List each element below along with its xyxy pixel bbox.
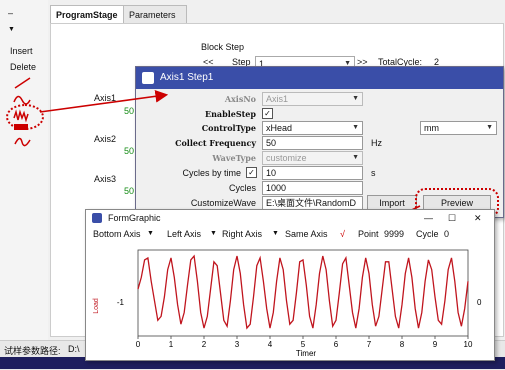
close-icon[interactable]: ✕ xyxy=(474,210,482,226)
axis1-value: 50 xyxy=(124,106,135,116)
block-step-title: Block Step xyxy=(201,42,245,52)
controltype-select[interactable]: xHead ▼ xyxy=(262,121,363,135)
controltype-label: ControlType xyxy=(201,123,256,133)
form-graphic-window: FormGraphic — ☐ ✕ Bottom Axis ▼ Left Axi… xyxy=(85,209,495,361)
axisno-select[interactable]: Axis1 ▼ xyxy=(262,92,363,106)
axis-dialog-titlebar[interactable]: Axis1 Step1 xyxy=(136,67,503,89)
delete-button[interactable]: Delete xyxy=(10,62,36,72)
frequency-label: Collect Frequency xyxy=(175,138,256,148)
left-tick-label: -1 xyxy=(117,298,125,307)
cycles-by-time-input[interactable]: 10 xyxy=(262,166,363,180)
insert-button[interactable]: Insert xyxy=(10,46,33,56)
maximize-icon[interactable]: ☐ xyxy=(448,210,456,226)
x-tick-label: 4 xyxy=(268,340,273,349)
same-axis-menu[interactable]: Same Axis xyxy=(285,227,328,241)
x-tick-label: 9 xyxy=(433,340,438,349)
status-path-label: 试样参数路径: xyxy=(4,346,61,356)
x-tick-label: 1 xyxy=(169,340,174,349)
wavetype-select[interactable]: customize ▼ xyxy=(262,151,363,165)
graphic-toolbar: Bottom Axis ▼ Left Axis ▼ Right Axis ▼ S… xyxy=(86,227,494,241)
graphic-titlebar[interactable]: FormGraphic — ☐ ✕ xyxy=(86,210,494,226)
bottom-axis-menu[interactable]: Bottom Axis xyxy=(93,227,141,241)
axis-dialog-title: Axis1 Step1 xyxy=(160,72,214,83)
axisno-label: AxisNo xyxy=(224,94,256,104)
x-tick-label: 0 xyxy=(136,340,141,349)
chevron-down-icon: ▼ xyxy=(352,95,359,102)
wavetype-value: customize xyxy=(266,153,307,163)
left-toolbar: – ▼ Insert Delete xyxy=(0,0,48,340)
enablestep-label: EnableStep xyxy=(205,109,256,119)
unit-value: mm xyxy=(424,123,439,133)
x-tick-label: 6 xyxy=(334,340,339,349)
cycles-by-time-checkbox[interactable]: ✓ xyxy=(246,167,257,178)
x-tick-label: 7 xyxy=(367,340,372,349)
axis3-value: 50 xyxy=(124,186,135,196)
dash-icon[interactable]: – xyxy=(8,8,13,18)
chevron-down-icon: ▼ xyxy=(272,230,279,237)
customizewave-path-input[interactable]: E:\桌面文件\RandomD xyxy=(262,196,363,210)
chevron-down-icon: ▼ xyxy=(147,230,154,237)
cycles-by-time-label: Cycles by time xyxy=(182,168,241,178)
load-chart-svg: Load -1 0 Timer 0 1 2 3 4 5 6 7 8 9 10 xyxy=(93,249,482,358)
cycles-by-time-unit: s xyxy=(371,168,376,178)
controltype-value: xHead xyxy=(266,123,293,133)
x-tick-label: 10 xyxy=(464,340,473,349)
tab-programstage[interactable]: ProgramStage xyxy=(50,5,124,24)
chevron-down-icon: ▼ xyxy=(352,154,359,161)
axis-step-dialog: Axis1 Step1 AxisNo Axis1 ▼ EnableStep ✓ … xyxy=(135,66,504,218)
axis1-label: Axis1 xyxy=(94,93,117,103)
chevron-down-icon: ▼ xyxy=(486,124,493,131)
axis3-label: Axis3 xyxy=(94,174,117,184)
x-tick-label: 8 xyxy=(400,340,405,349)
point-value: 9999 xyxy=(384,229,405,239)
right-axis-menu[interactable]: Right Axis xyxy=(222,227,262,241)
y-axis-label: Load xyxy=(93,298,100,314)
load-chart: Load -1 0 Timer 0 1 2 3 4 5 6 7 8 9 10 xyxy=(91,244,489,358)
axisno-value: Axis1 xyxy=(266,94,289,104)
cycles-label: Cycles xyxy=(228,183,256,193)
point-label: Point xyxy=(358,229,379,239)
app-logo-icon xyxy=(92,213,102,223)
cycle-value: 0 xyxy=(444,229,450,239)
check-icon[interactable]: √ xyxy=(340,227,345,241)
x-tick-label: 2 xyxy=(202,340,207,349)
unit-select[interactable]: mm ▼ xyxy=(420,121,497,135)
tab-parameters[interactable]: Parameters xyxy=(123,5,187,25)
right-tick-label: 0 xyxy=(477,298,482,307)
graphic-title: FormGraphic xyxy=(108,213,161,223)
axis2-value: 50 xyxy=(124,146,135,156)
frequency-unit: Hz xyxy=(371,138,382,148)
app-logo-icon xyxy=(142,72,154,84)
customizewave-label: CustomizeWave xyxy=(190,198,256,208)
enablestep-checkbox[interactable]: ✓ xyxy=(262,108,273,119)
left-axis-menu[interactable]: Left Axis xyxy=(167,227,201,241)
frequency-input[interactable]: 50 xyxy=(262,136,363,150)
x-axis-label: Timer xyxy=(296,349,316,358)
highlight-ring-random-wave xyxy=(6,104,44,130)
cycles-input[interactable]: 1000 xyxy=(262,181,363,195)
chevron-down-icon: ▼ xyxy=(352,124,359,131)
down-arrow-icon[interactable]: ▼ xyxy=(8,26,15,33)
x-tick-label: 3 xyxy=(235,340,240,349)
wavetype-label: WaveType xyxy=(212,153,256,163)
cycle-label: Cycle xyxy=(416,229,439,239)
x-tick-label: 5 xyxy=(301,340,306,349)
chevron-down-icon: ▼ xyxy=(210,230,217,237)
chart-marks: 0 1 2 3 4 5 6 7 8 9 10 xyxy=(136,249,473,349)
status-path-value: D:\ xyxy=(68,344,80,354)
load-series-line xyxy=(137,254,469,330)
minimize-icon[interactable]: — xyxy=(424,210,433,226)
axis2-label: Axis2 xyxy=(94,134,117,144)
